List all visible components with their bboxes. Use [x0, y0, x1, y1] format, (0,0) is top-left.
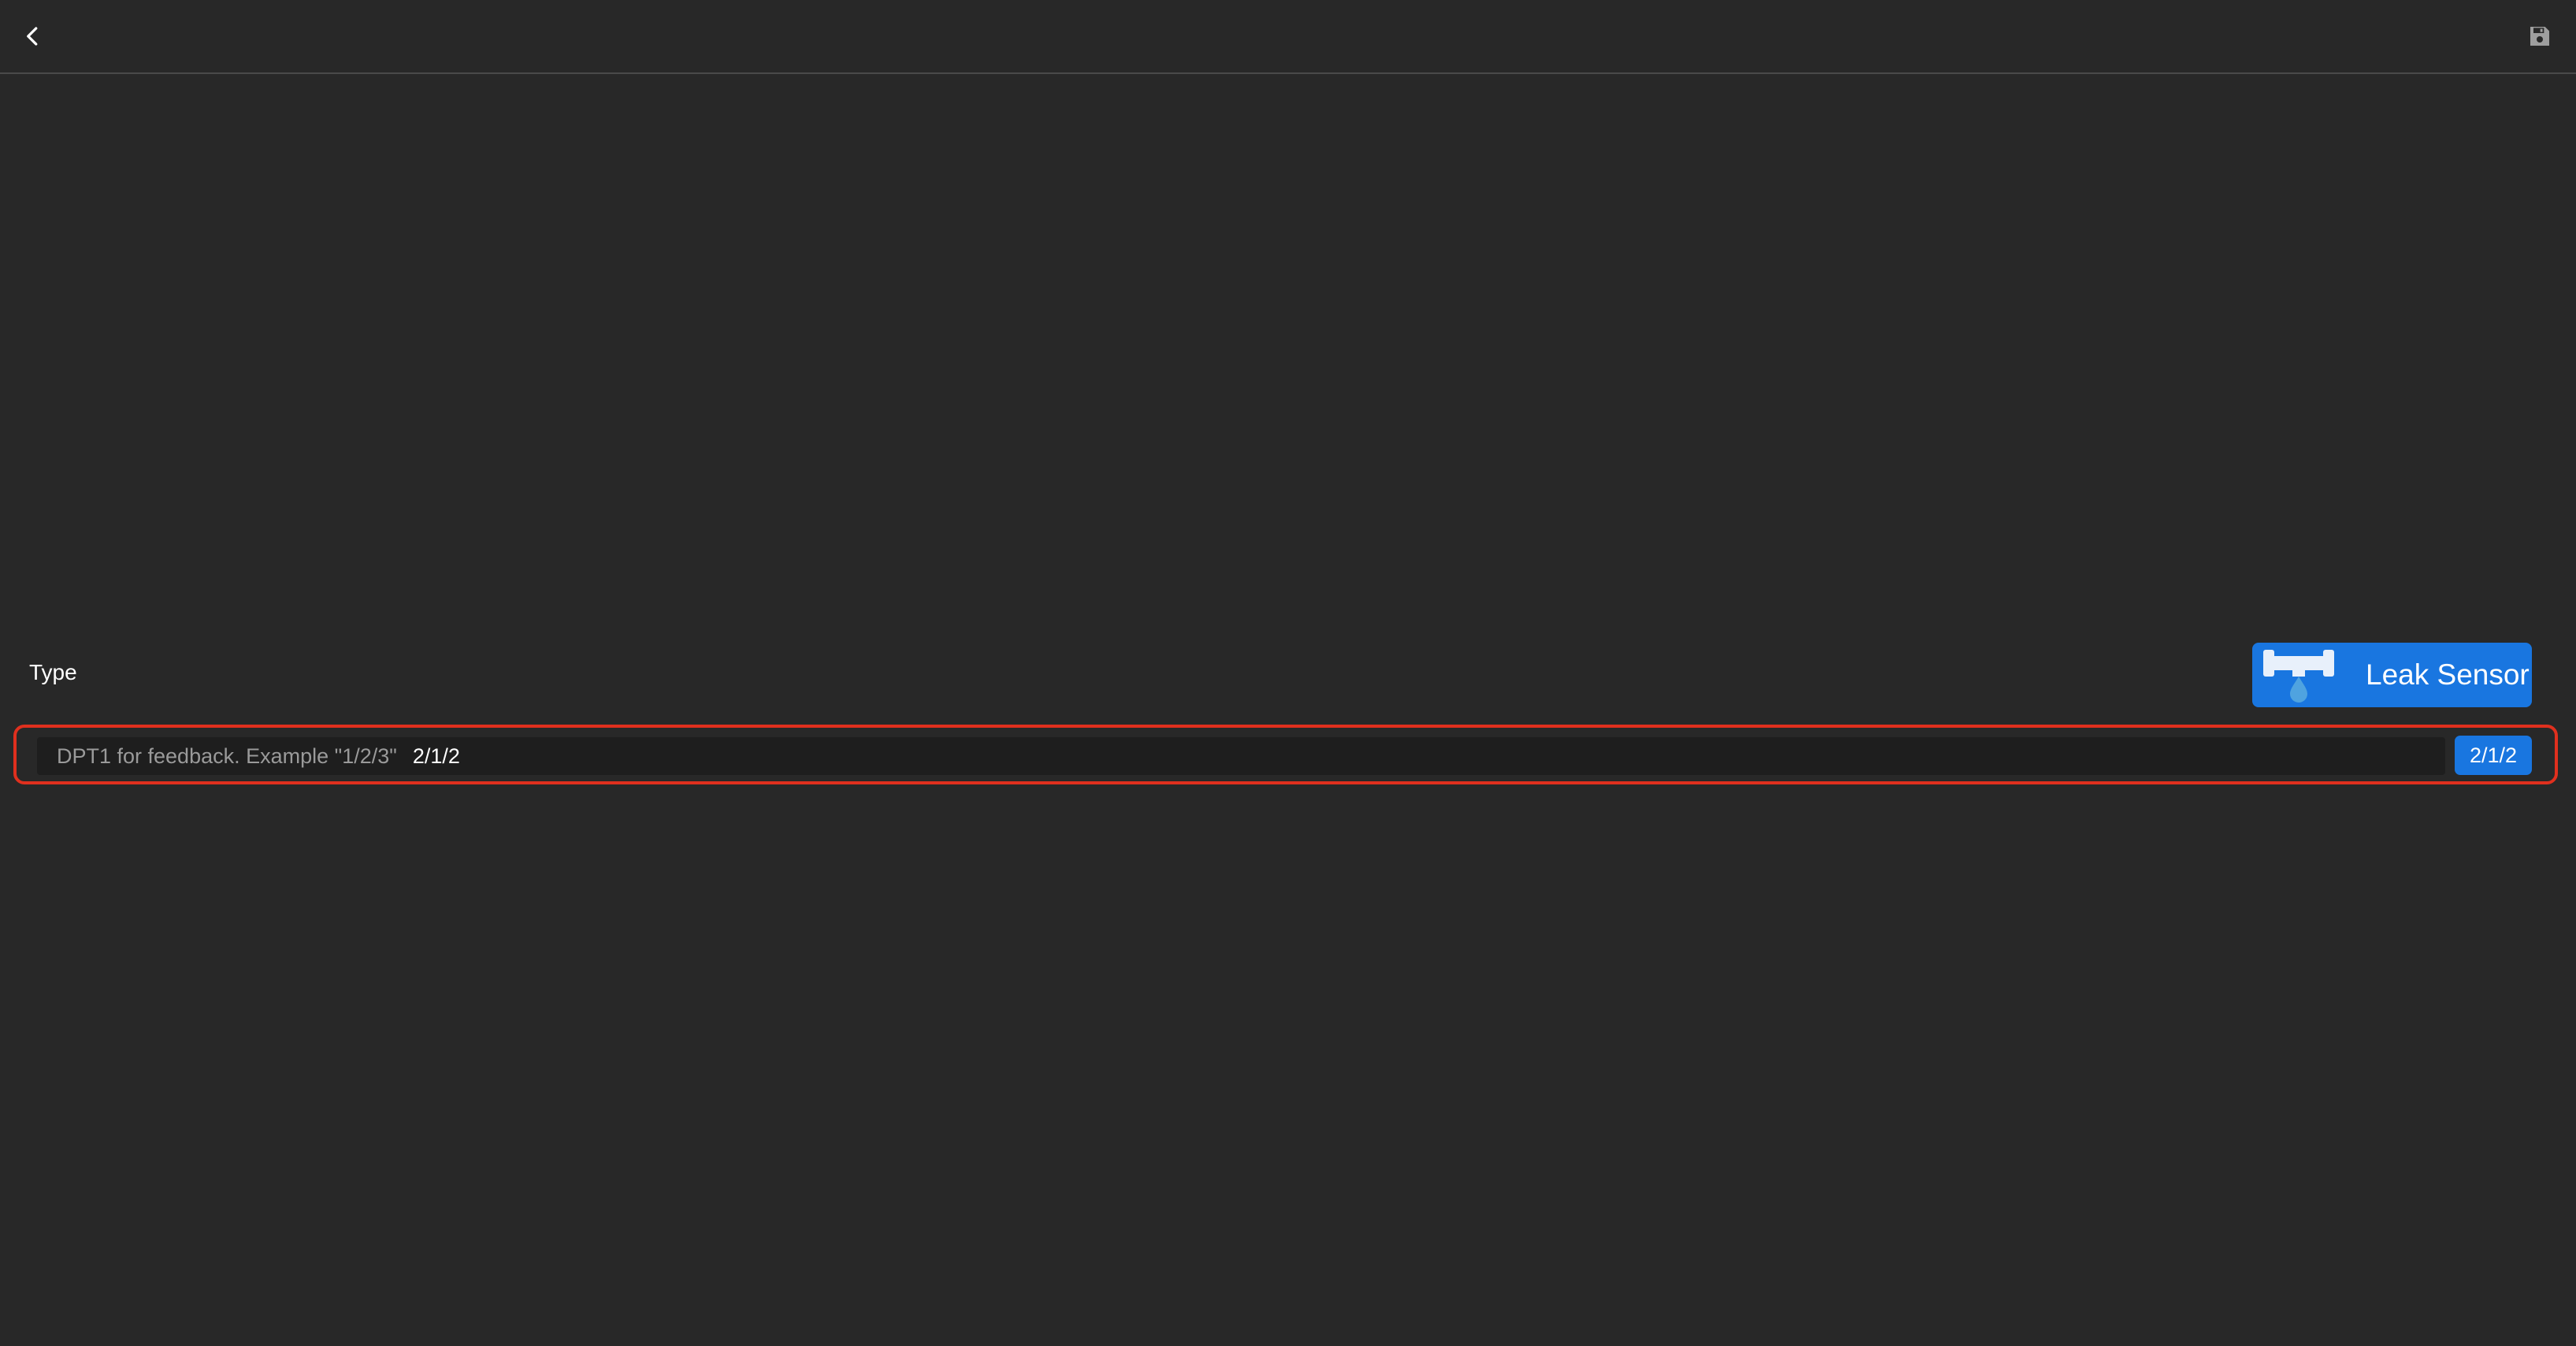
- floppy-disk-icon: [2530, 27, 2549, 46]
- group-address-input[interactable]: DPT1 for feedback. Example "1/2/3" 2/1/2: [37, 737, 2445, 775]
- address-value: 2/1/2: [412, 743, 460, 768]
- leak-sensor-icon: [2262, 647, 2336, 703]
- save-button[interactable]: [2519, 16, 2560, 57]
- type-label: Type: [29, 660, 77, 684]
- address-placeholder: DPT1 for feedback. Example "1/2/3": [57, 743, 397, 768]
- top-bar: [0, 0, 2576, 74]
- type-row: Type Leak Sensor: [0, 638, 2576, 709]
- type-select-button[interactable]: Leak Sensor: [2252, 643, 2532, 707]
- back-button[interactable]: [13, 16, 54, 57]
- chevron-left-icon: [27, 27, 38, 46]
- type-select-label: Leak Sensor: [2366, 658, 2530, 691]
- address-badge[interactable]: 2/1/2: [2455, 736, 2532, 775]
